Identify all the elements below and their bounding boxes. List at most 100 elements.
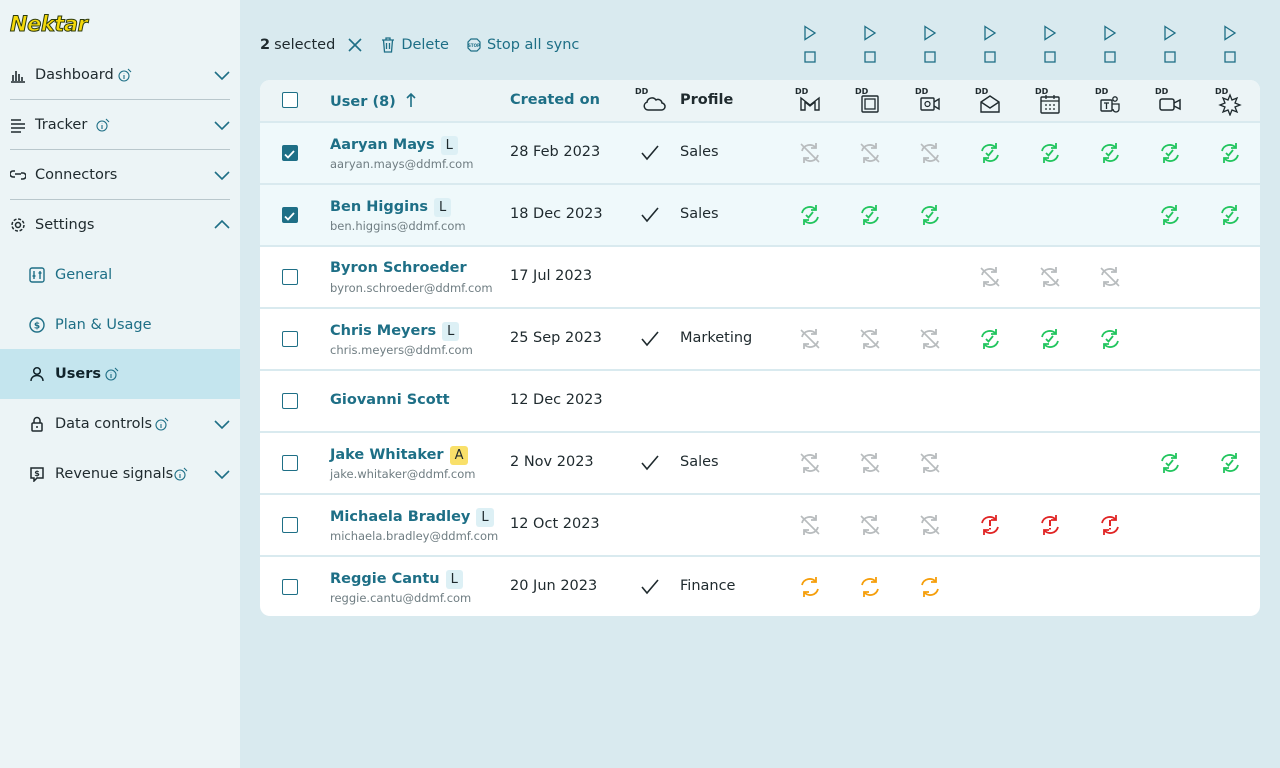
sync-pending-icon[interactable] — [797, 574, 823, 600]
sync-ok-icon[interactable] — [1217, 140, 1243, 166]
delete-button[interactable]: Delete — [381, 37, 449, 53]
row-checkbox[interactable] — [282, 455, 298, 471]
table-row[interactable]: Byron Schroeder byron.schroeder@ddmf.com 1… — [260, 245, 1260, 307]
chevron-up-icon[interactable] — [213, 216, 231, 234]
stop-square-icon[interactable] — [864, 51, 876, 63]
table-row[interactable]: Aaryan Mays L aaryan.mays@ddmf.com 28 Feb 2… — [260, 121, 1260, 183]
sync-disabled-icon[interactable] — [857, 450, 883, 476]
row-checkbox[interactable] — [282, 207, 298, 223]
column-play-stop-controls[interactable] — [861, 24, 879, 68]
stop-square-icon[interactable] — [1104, 51, 1116, 63]
user-name-link[interactable]: Reggie Cantu L — [330, 570, 463, 589]
sync-disabled-icon[interactable] — [977, 264, 1003, 290]
sync-error-icon[interactable] — [1097, 512, 1123, 538]
stop-square-icon[interactable] — [1044, 51, 1056, 63]
sidebar-item-tracker[interactable]: Tracker — [0, 100, 240, 150]
sync-ok-icon[interactable] — [917, 202, 943, 228]
sidebar-item-users[interactable]: Users — [0, 349, 240, 399]
sidebar-item-general[interactable]: General — [0, 250, 240, 300]
sync-ok-icon[interactable] — [977, 140, 1003, 166]
sidebar-item-dashboard[interactable]: Dashboard — [0, 50, 240, 100]
table-row[interactable]: Michaela Bradley L michaela.bradley@ddmf.c… — [260, 493, 1260, 555]
user-name-link[interactable]: Chris Meyers L — [330, 322, 460, 341]
column-play-stop-controls[interactable] — [801, 24, 819, 68]
select-all-checkbox[interactable] — [282, 92, 298, 108]
table-row[interactable]: Ben Higgins L ben.higgins@ddmf.com 18 Dec 2… — [260, 183, 1260, 245]
sync-disabled-icon[interactable] — [857, 140, 883, 166]
user-column-header[interactable]: User (8) — [330, 92, 417, 110]
sidebar-item-settings[interactable]: Settings — [0, 200, 240, 250]
play-icon[interactable] — [1164, 25, 1177, 41]
clear-selection-icon[interactable] — [347, 37, 363, 53]
sync-ok-icon[interactable] — [977, 326, 1003, 352]
row-checkbox[interactable] — [282, 579, 298, 595]
table-row[interactable]: Jake Whitaker A jake.whitaker@ddmf.com 2 No… — [260, 431, 1260, 493]
created-column-header[interactable]: Created on — [510, 92, 600, 108]
column-play-stop-controls[interactable] — [1221, 24, 1239, 68]
sync-disabled-icon[interactable] — [797, 512, 823, 538]
sync-pending-icon[interactable] — [917, 574, 943, 600]
sync-ok-icon[interactable] — [1037, 140, 1063, 166]
user-name-link[interactable]: Ben Higgins L — [330, 198, 452, 217]
sync-ok-icon[interactable] — [1037, 326, 1063, 352]
table-row[interactable]: Chris Meyers L chris.meyers@ddmf.com 25 Sep… — [260, 307, 1260, 369]
play-icon[interactable] — [1104, 25, 1117, 41]
chevron-down-icon[interactable] — [213, 166, 231, 184]
sync-error-icon[interactable] — [977, 512, 1003, 538]
user-name-link[interactable]: Jake Whitaker A — [330, 446, 469, 465]
info-icon[interactable] — [105, 367, 119, 381]
row-checkbox[interactable] — [282, 393, 298, 409]
sync-disabled-icon[interactable] — [797, 140, 823, 166]
sidebar-item-data-controls[interactable]: Data controls — [0, 399, 240, 449]
sync-pending-icon[interactable] — [857, 574, 883, 600]
stop-square-icon[interactable] — [1224, 51, 1236, 63]
info-icon[interactable] — [96, 118, 110, 132]
sync-disabled-icon[interactable] — [917, 140, 943, 166]
chevron-down-icon[interactable] — [213, 465, 231, 483]
row-checkbox[interactable] — [282, 145, 298, 161]
sidebar-item-plan-usage[interactable]: $ Plan & Usage — [0, 300, 240, 350]
table-row[interactable]: Giovanni Scott 12 Dec 2023 — [260, 369, 1260, 431]
column-play-stop-controls[interactable] — [1041, 24, 1059, 68]
sync-ok-icon[interactable] — [857, 202, 883, 228]
row-checkbox[interactable] — [282, 331, 298, 347]
column-play-stop-controls[interactable] — [1161, 24, 1179, 68]
play-icon[interactable] — [1044, 25, 1057, 41]
sync-ok-icon[interactable] — [1217, 202, 1243, 228]
stop-square-icon[interactable] — [804, 51, 816, 63]
sync-disabled-icon[interactable] — [857, 512, 883, 538]
stop-square-icon[interactable] — [924, 51, 936, 63]
sync-ok-icon[interactable] — [1157, 202, 1183, 228]
sync-ok-icon[interactable] — [1097, 326, 1123, 352]
sync-disabled-icon[interactable] — [917, 450, 943, 476]
user-name-link[interactable]: Aaryan Mays L — [330, 136, 458, 155]
column-play-stop-controls[interactable] — [981, 24, 999, 68]
sync-disabled-icon[interactable] — [857, 326, 883, 352]
play-icon[interactable] — [924, 25, 937, 41]
sidebar-item-revenue-signals[interactable]: $ Revenue signals — [0, 449, 240, 499]
table-row[interactable]: Reggie Cantu L reggie.cantu@ddmf.com 20 Jun… — [260, 555, 1260, 616]
sync-ok-icon[interactable] — [1157, 140, 1183, 166]
row-checkbox[interactable] — [282, 517, 298, 533]
sync-disabled-icon[interactable] — [797, 326, 823, 352]
info-icon[interactable] — [118, 68, 132, 82]
chevron-down-icon[interactable] — [213, 116, 231, 134]
play-icon[interactable] — [1224, 25, 1237, 41]
stop-square-icon[interactable] — [984, 51, 996, 63]
play-icon[interactable] — [864, 25, 877, 41]
profile-column-header[interactable]: Profile — [680, 92, 733, 108]
sync-disabled-icon[interactable] — [917, 512, 943, 538]
chevron-down-icon[interactable] — [213, 415, 231, 433]
play-icon[interactable] — [984, 25, 997, 41]
sync-disabled-icon[interactable] — [1097, 264, 1123, 290]
info-icon[interactable] — [174, 467, 188, 481]
sync-ok-icon[interactable] — [797, 202, 823, 228]
stop-all-sync-button[interactable]: STOP Stop all sync — [467, 37, 579, 53]
column-play-stop-controls[interactable] — [921, 24, 939, 68]
sync-ok-icon[interactable] — [1097, 140, 1123, 166]
sync-error-icon[interactable] — [1037, 512, 1063, 538]
stop-square-icon[interactable] — [1164, 51, 1176, 63]
info-icon[interactable] — [155, 417, 169, 431]
app-logo[interactable]: Nektar — [9, 12, 88, 37]
sidebar-item-connectors[interactable]: Connectors — [0, 150, 240, 200]
